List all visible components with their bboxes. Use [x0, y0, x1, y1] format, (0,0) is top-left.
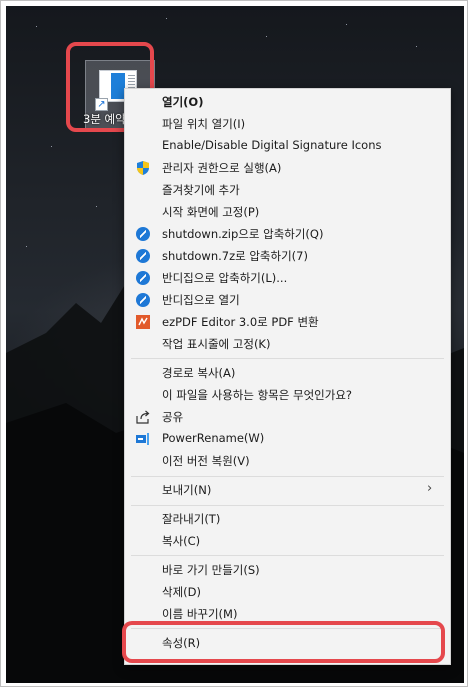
menu-item-open[interactable]: 열기(O)	[125, 91, 450, 113]
menu-item-add-favorites[interactable]: 즐겨찾기에 추가	[125, 179, 450, 201]
menu-item-label: 열기(O)	[162, 95, 204, 109]
menu-item-label: 시작 화면에 고정(P)	[162, 205, 260, 219]
menu-item-copy[interactable]: 복사(C)	[125, 530, 450, 552]
menu-item-label: 이름 바꾸기(M)	[162, 607, 238, 621]
menu-item-compress-zip[interactable]: shutdown.zip으로 압축하기(Q)	[125, 223, 450, 245]
star	[266, 36, 267, 37]
menu-item-label: PowerRename(W)	[162, 431, 265, 445]
menu-item-label: 삭제(D)	[162, 585, 201, 599]
menu-separator	[131, 358, 444, 359]
menu-item-label: 반디집으로 압축하기(L)...	[162, 271, 288, 285]
menu-item-label: shutdown.zip으로 압축하기(Q)	[162, 227, 324, 241]
star	[51, 146, 52, 147]
menu-item-send-to[interactable]: 보내기(N) ›	[125, 479, 450, 501]
bandizip-icon	[135, 270, 151, 286]
menu-item-powerrename[interactable]: PowerRename(W)	[125, 428, 450, 450]
screenshot-frame: ↗ 3분 예약 열기(O) 파일 위치 열기(I) Enable/Disable…	[0, 0, 468, 687]
menu-item-label: 경로로 복사(A)	[162, 366, 236, 380]
menu-item-label: 복사(C)	[162, 534, 201, 548]
star	[166, 18, 167, 19]
menu-item-compress-7z[interactable]: shutdown.7z로 압축하기(7)	[125, 245, 450, 267]
menu-item-delete[interactable]: 삭제(D)	[125, 581, 450, 603]
star	[96, 206, 97, 207]
menu-item-pin-taskbar[interactable]: 작업 표시줄에 고정(K)	[125, 333, 450, 355]
menu-item-share[interactable]: 공유	[125, 406, 450, 428]
menu-item-compress-bandizip[interactable]: 반디집으로 압축하기(L)...	[125, 267, 450, 289]
bandizip-icon	[135, 248, 151, 264]
menu-item-label: 이 파일을 사용하는 항목은 무엇인가요?	[162, 388, 353, 402]
bandizip-icon	[135, 292, 151, 308]
menu-item-label: 즐겨찾기에 추가	[162, 183, 240, 197]
shield-icon	[135, 160, 151, 176]
menu-item-cut[interactable]: 잘라내기(T)	[125, 508, 450, 530]
menu-item-pin-start[interactable]: 시작 화면에 고정(P)	[125, 201, 450, 223]
menu-item-label: 잘라내기(T)	[162, 512, 221, 526]
star	[346, 24, 347, 25]
powerrename-icon	[135, 431, 151, 447]
context-menu: 열기(O) 파일 위치 열기(I) Enable/Disable Digital…	[124, 88, 451, 665]
menu-item-create-shortcut[interactable]: 바로 가기 만들기(S)	[125, 559, 450, 581]
menu-item-open-file-location[interactable]: 파일 위치 열기(I)	[125, 113, 450, 135]
menu-item-label: ezPDF Editor 3.0로 PDF 변환	[162, 315, 319, 329]
menu-item-open-bandizip[interactable]: 반디집으로 열기	[125, 289, 450, 311]
menu-item-label: 관리자 권한으로 실행(A)	[162, 161, 282, 175]
star	[36, 26, 37, 27]
menu-item-what-uses-file[interactable]: 이 파일을 사용하는 항목은 무엇인가요?	[125, 384, 450, 406]
menu-item-label: 바로 가기 만들기(S)	[162, 563, 260, 577]
menu-item-label: shutdown.7z로 압축하기(7)	[162, 249, 308, 263]
menu-item-label: 공유	[162, 410, 184, 424]
chevron-right-icon: ›	[427, 481, 433, 496]
menu-item-label: 보내기(N)	[162, 483, 212, 497]
menu-item-label: Enable/Disable Digital Signature Icons	[162, 138, 382, 152]
star	[26, 246, 27, 247]
menu-separator	[131, 555, 444, 556]
bandizip-icon	[135, 226, 151, 242]
menu-separator	[131, 505, 444, 506]
ezpdf-icon	[135, 314, 151, 330]
menu-item-run-as-admin[interactable]: 관리자 권한으로 실행(A)	[125, 157, 450, 179]
menu-item-ezpdf-convert[interactable]: ezPDF Editor 3.0로 PDF 변환	[125, 311, 450, 333]
star	[416, 46, 417, 47]
highlight-properties	[122, 621, 445, 663]
menu-item-copy-path[interactable]: 경로로 복사(A)	[125, 362, 450, 384]
share-icon	[135, 409, 151, 425]
menu-item-label: 반디집으로 열기	[162, 293, 240, 307]
menu-item-digital-signature-icons[interactable]: Enable/Disable Digital Signature Icons	[125, 135, 450, 157]
menu-item-restore-previous[interactable]: 이전 버전 복원(V)	[125, 450, 450, 472]
menu-item-label: 파일 위치 열기(I)	[162, 117, 246, 131]
menu-separator	[131, 476, 444, 477]
menu-item-label: 이전 버전 복원(V)	[162, 454, 250, 468]
menu-item-label: 작업 표시줄에 고정(K)	[162, 337, 271, 351]
